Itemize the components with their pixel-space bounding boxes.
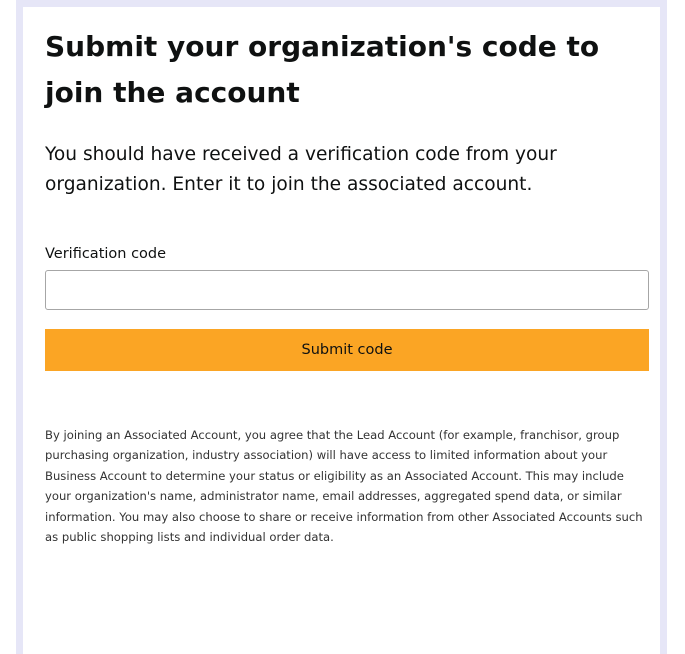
- verification-code-label: Verification code: [45, 246, 167, 262]
- modal-frame: Submit your organization's code to join …: [16, 0, 667, 654]
- page-title: Submit your organization's code to join …: [45, 30, 600, 109]
- legal-disclaimer: By joining an Associated Account, you ag…: [45, 428, 643, 545]
- submit-code-button[interactable]: Submit code: [45, 329, 649, 371]
- verification-code-input[interactable]: [45, 270, 649, 310]
- instructions-text: You should have received a verification …: [45, 144, 557, 195]
- join-account-panel: Submit your organization's code to join …: [23, 7, 660, 654]
